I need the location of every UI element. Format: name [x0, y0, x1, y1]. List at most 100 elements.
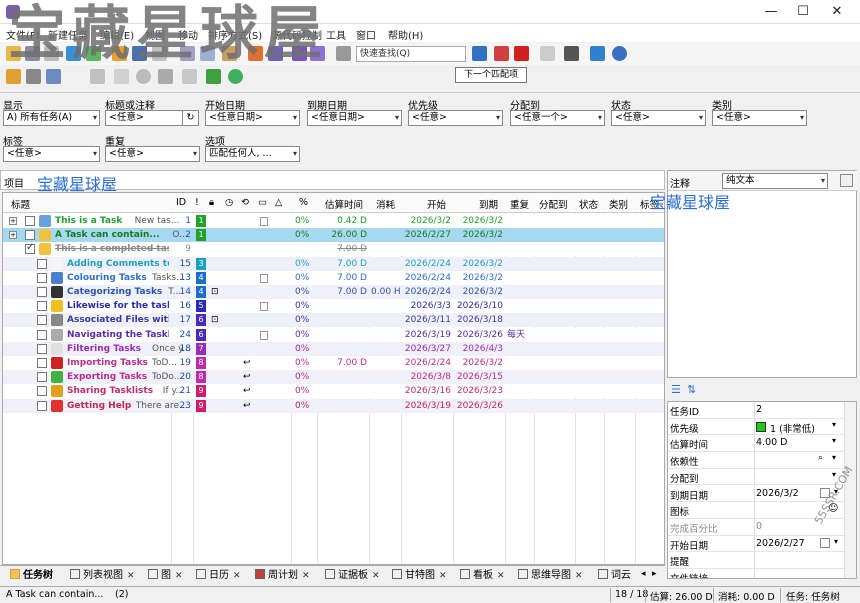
tag-icon[interactable]	[158, 69, 173, 84]
sort-list-icon[interactable]: ☰	[671, 383, 681, 396]
task-title[interactable]: Navigating the Tasklist	[67, 329, 169, 341]
new-task-icon[interactable]	[66, 46, 81, 61]
task-checkbox[interactable]: ✓	[25, 242, 35, 255]
tab-chart[interactable]: 图 ✕	[148, 568, 183, 584]
col-start[interactable]: 开始	[427, 197, 446, 211]
task-checkbox[interactable]	[25, 216, 35, 226]
link-icon[interactable]	[90, 69, 105, 84]
task-checkbox[interactable]	[37, 315, 47, 326]
task-checkbox[interactable]	[37, 301, 47, 312]
attributes-scrollbar[interactable]	[844, 402, 856, 578]
menu-view[interactable]: 视图	[145, 27, 165, 42]
chevron-down-icon[interactable]: ▾	[832, 420, 836, 429]
table-row[interactable]: + A Task can contain... O... 2 1 0% 26.00 D 202…	[3, 228, 664, 243]
table-row[interactable]: Exporting Tasks ToDo... 20 8 ↩ 0% 2026/3/8 2026…	[3, 370, 664, 385]
paste-icon[interactable]	[222, 46, 237, 61]
priority-badge[interactable]: 4	[196, 286, 206, 298]
col-priority-icon[interactable]: !	[195, 197, 199, 208]
timer-icon[interactable]	[26, 69, 41, 84]
flag-icon[interactable]	[494, 46, 509, 61]
spellcheck-icon[interactable]	[564, 46, 579, 61]
save-icon[interactable]	[25, 46, 40, 61]
task-checkbox[interactable]	[37, 386, 47, 397]
tab-evidence-board[interactable]: 证据板 ✕	[325, 568, 380, 584]
table-row[interactable]: Filtering Tasks Once y... 18 7 0% 2026/3/27 20…	[3, 341, 664, 356]
priority-badge[interactable]: 1	[196, 215, 206, 227]
table-row[interactable]: Associated Files with T... 17 6 ⊡ 0% 2026/3/1…	[3, 313, 664, 328]
task-checkbox[interactable]	[37, 372, 47, 383]
priority-badge[interactable]: 4	[196, 271, 206, 284]
table-row[interactable]: Likewise for the task's ... 16 5 0% 2026/3/3…	[3, 299, 664, 314]
menu-source-control[interactable]: 源代码控制	[272, 27, 322, 42]
search-icon[interactable]: ⌕	[818, 453, 823, 463]
attribute-row[interactable]: 提醒	[668, 552, 846, 569]
toggle-icon[interactable]	[152, 46, 167, 61]
col-spent[interactable]: 消耗	[376, 197, 395, 211]
move-up-icon[interactable]	[248, 46, 263, 61]
recur-filter-select[interactable]: <任意> ▾	[105, 146, 200, 162]
attribute-row[interactable]: 开始日期 2026/2/27 ▾	[668, 535, 846, 553]
menu-window[interactable]: 窗口	[356, 27, 376, 42]
forward-arrow-icon[interactable]	[310, 46, 325, 61]
tab-mindmap[interactable]: 思维导图 ✕	[518, 568, 583, 584]
col-recur-icon[interactable]: ⟲	[241, 197, 249, 208]
col-pct[interactable]: %	[299, 197, 308, 208]
chevron-down-icon[interactable]: ▾	[832, 436, 836, 445]
due-filter-select[interactable]: <任意日期> ▾	[307, 110, 402, 126]
priority-badge[interactable]: 6	[196, 314, 206, 327]
tab-week-planner[interactable]: 周计划 ✕	[255, 568, 310, 584]
col-file-icon[interactable]: ▭	[258, 197, 267, 208]
task-title[interactable]: Sharing Tasklists	[67, 385, 169, 397]
tab-gantt[interactable]: 甘特图 ✕	[392, 568, 447, 584]
category-filter-select[interactable]: <任意> ▾	[712, 110, 807, 126]
tab-scroll-left-icon[interactable]: ◂	[641, 569, 646, 579]
tab-calendar[interactable]: 日历 ✕	[196, 568, 241, 584]
col-due[interactable]: 到期	[479, 197, 498, 211]
attribute-row[interactable]: 分配到 ▾	[668, 468, 846, 486]
copy-icon[interactable]	[200, 46, 215, 61]
assigned-filter-select[interactable]: <任意一个> ▾	[510, 110, 605, 126]
sort-alpha-icon[interactable]: ⇅	[687, 383, 696, 396]
priority-badge[interactable]: 9	[196, 385, 206, 398]
task-checkbox[interactable]	[37, 287, 47, 297]
attribute-value[interactable]: 1 (非常低)	[770, 421, 815, 435]
find-next-icon[interactable]	[472, 46, 487, 61]
attribute-value[interactable]: 0	[756, 521, 762, 532]
table-row[interactable]: Getting Help There are... 23 9 ↩ 0% 2026/3/19 2…	[3, 398, 664, 413]
col-est[interactable]: 估算时间	[325, 197, 363, 211]
delete-icon[interactable]	[514, 46, 529, 61]
window-icon[interactable]	[182, 69, 197, 84]
table-row[interactable]: Navigating the Tasklist 24 6 0% 2026/3/19 202…	[3, 327, 664, 342]
menu-move[interactable]: 移动	[178, 27, 198, 42]
attribute-value[interactable]: 2026/3/2	[756, 488, 799, 499]
menu-sort[interactable]: 排序方式(S)	[208, 27, 262, 42]
show-filter-select[interactable]: A) 所有任务(A) ▾	[3, 110, 100, 126]
table-row[interactable]: Sharing Tasklists If y... 21 9 ↩ 0% 2026/3/16 2…	[3, 384, 664, 399]
globe-icon[interactable]	[228, 69, 243, 84]
comment-options-icon[interactable]	[840, 174, 853, 187]
priority-badge[interactable]: 5	[196, 300, 206, 313]
options-filter-select[interactable]: 匹配任何人, ... ▾	[205, 146, 300, 162]
attribute-value[interactable]: 4.00 D	[756, 437, 788, 448]
task-checkbox[interactable]	[37, 272, 47, 283]
maximize-button[interactable]: ☐	[786, 0, 820, 24]
refresh-filter-icon[interactable]: ↻	[182, 110, 199, 126]
col-clock-icon[interactable]: ◷	[225, 197, 233, 208]
table-row[interactable]: Categorizing Tasks T... 14 4 ⊡ 0% 7.00 D 0.00 H…	[3, 285, 664, 299]
priority-badge[interactable]: 9	[196, 399, 206, 412]
col-bell-icon[interactable]: △	[275, 197, 282, 208]
priority-filter-select[interactable]: <任意> ▾	[408, 110, 503, 126]
task-checkbox[interactable]	[37, 343, 47, 354]
priority-badge[interactable]: 7	[196, 342, 206, 355]
task-checkbox[interactable]	[37, 400, 47, 411]
attribute-row[interactable]: 任务ID 2	[668, 402, 846, 419]
list-icon[interactable]	[46, 69, 61, 84]
menu-edit[interactable]: 编辑(E)	[100, 27, 134, 42]
comment-icon[interactable]	[132, 46, 147, 61]
task-checkbox[interactable]	[37, 258, 47, 269]
start-filter-select[interactable]: <任意日期> ▾	[205, 110, 300, 126]
script-icon[interactable]	[206, 69, 221, 84]
priority-badge[interactable]: 8	[196, 357, 206, 369]
attribute-row[interactable]: 优先级 1 (非常低) ▾	[668, 418, 846, 436]
find-icon[interactable]	[336, 46, 351, 61]
